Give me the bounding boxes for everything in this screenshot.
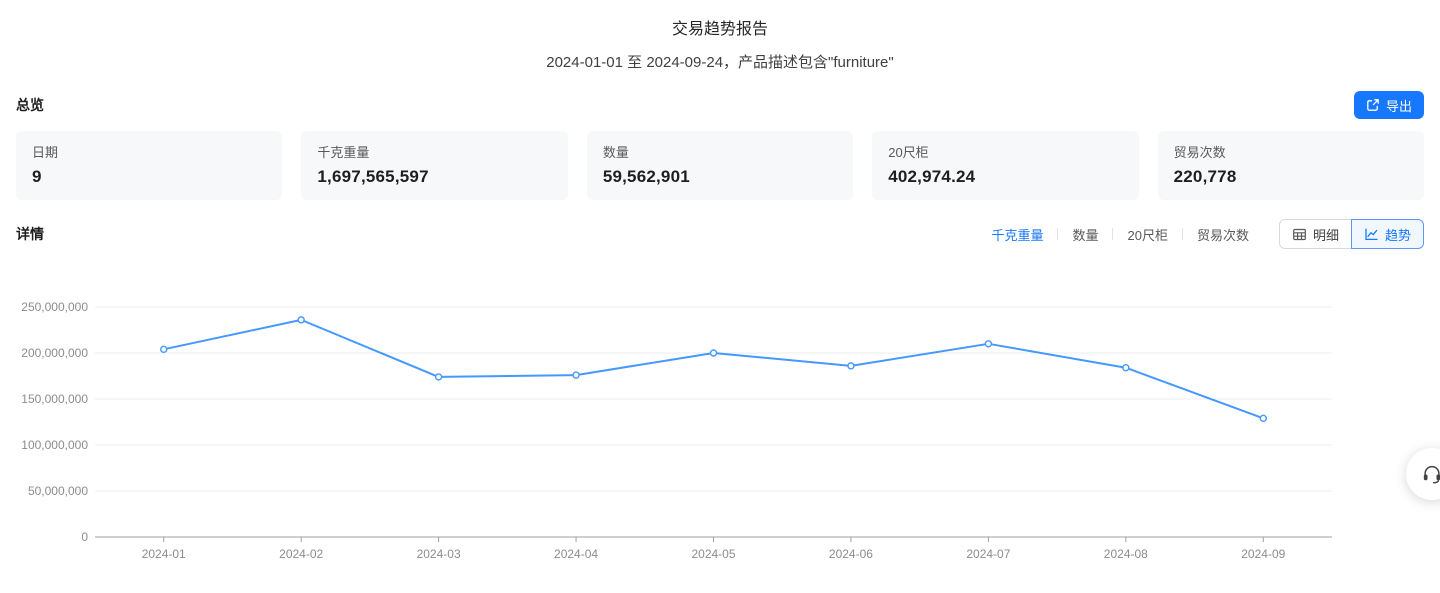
stat-card-value: 402,974.24 <box>888 167 1122 187</box>
stat-card-value: 1,697,565,597 <box>317 167 551 187</box>
overview-section-label: 总览 <box>16 95 44 115</box>
headset-icon <box>1421 463 1440 485</box>
stat-card-kg-weight: 千克重量 1,697,565,597 <box>301 131 567 200</box>
svg-text:0: 0 <box>81 530 88 544</box>
stat-card-value: 59,562,901 <box>603 167 837 187</box>
trend-view-button[interactable]: 趋势 <box>1351 219 1424 249</box>
tab-separator <box>1112 228 1113 240</box>
stat-card-value: 220,778 <box>1174 167 1408 187</box>
line-chart-icon <box>1364 227 1379 242</box>
stat-card-date: 日期 9 <box>16 131 282 200</box>
stat-card-quantity: 数量 59,562,901 <box>587 131 853 200</box>
stat-cards-row: 日期 9 千克重量 1,697,565,597 数量 59,562,901 20… <box>0 131 1440 200</box>
stat-card-label: 20尺柜 <box>888 142 1122 161</box>
svg-text:2024-05: 2024-05 <box>691 547 735 561</box>
svg-text:2024-01: 2024-01 <box>142 547 186 561</box>
page-title: 交易趋势报告 <box>0 0 1440 39</box>
svg-text:150,000,000: 150,000,000 <box>21 392 88 406</box>
export-button[interactable]: 导出 <box>1354 91 1424 119</box>
stat-card-label: 数量 <box>603 142 837 161</box>
stat-card-label: 贸易次数 <box>1174 142 1408 161</box>
svg-text:2024-08: 2024-08 <box>1104 547 1148 561</box>
report-subtitle: 2024-01-01 至 2024-09-24，产品描述包含"furniture… <box>0 51 1440 72</box>
trend-view-label: 趋势 <box>1385 225 1411 244</box>
export-icon <box>1366 98 1380 112</box>
svg-text:200,000,000: 200,000,000 <box>21 346 88 360</box>
stat-card-label: 千克重量 <box>317 142 551 161</box>
trend-chart[interactable]: 0 50,000,000 100,000,000 150,000,000 200,000… <box>0 240 1440 588</box>
export-button-label: 导出 <box>1386 96 1412 115</box>
stat-card-value: 9 <box>32 167 266 187</box>
svg-text:2024-03: 2024-03 <box>417 547 461 561</box>
svg-text:2024-02: 2024-02 <box>279 547 323 561</box>
stat-card-20ft-container: 20尺柜 402,974.24 <box>872 131 1138 200</box>
tab-separator <box>1182 228 1183 240</box>
stat-card-label: 日期 <box>32 142 266 161</box>
svg-text:2024-06: 2024-06 <box>829 547 873 561</box>
overview-header: 总览 导出 <box>0 91 1440 119</box>
svg-text:100,000,000: 100,000,000 <box>21 438 88 452</box>
svg-text:2024-09: 2024-09 <box>1241 547 1285 561</box>
tab-separator <box>1057 228 1058 240</box>
svg-text:2024-04: 2024-04 <box>554 547 598 561</box>
svg-text:250,000,000: 250,000,000 <box>21 300 88 314</box>
stat-card-trade-count: 贸易次数 220,778 <box>1158 131 1424 200</box>
svg-text:2024-07: 2024-07 <box>966 547 1010 561</box>
trend-chart-area: 0 50,000,000 100,000,000 150,000,000 200,000… <box>0 240 1440 588</box>
svg-text:50,000,000: 50,000,000 <box>28 484 88 498</box>
